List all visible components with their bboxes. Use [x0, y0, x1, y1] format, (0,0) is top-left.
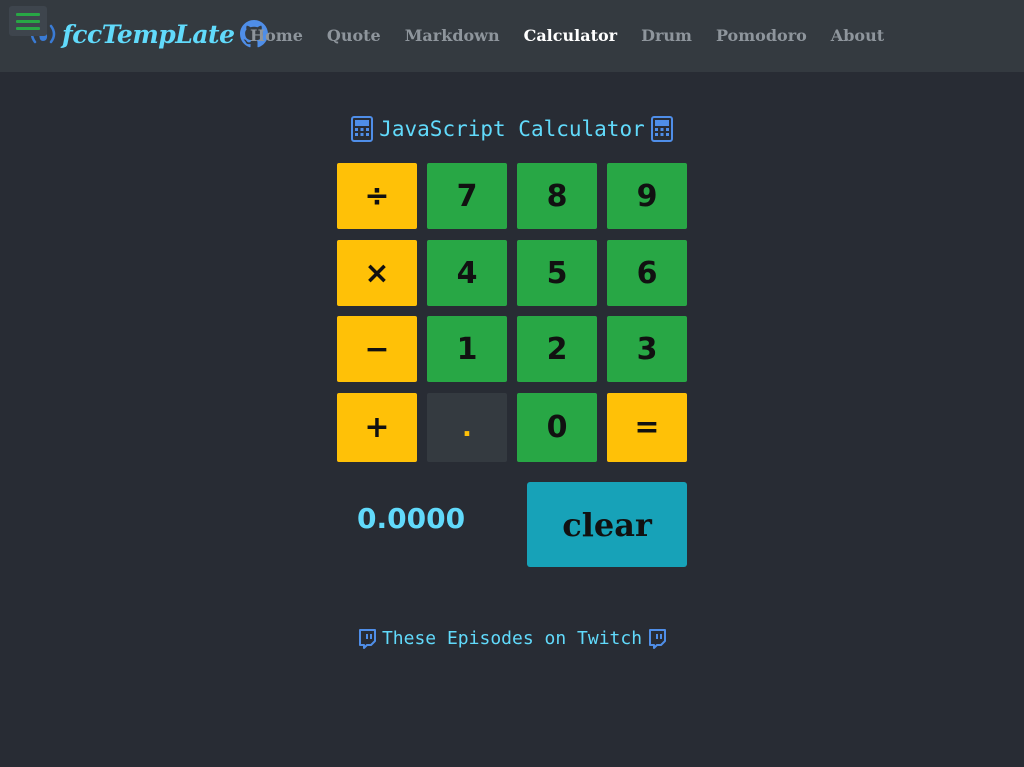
navbar: fccTempLate Home Quote Markdown Calculat…	[0, 0, 1024, 72]
brand-title: fccTempLate	[62, 19, 235, 49]
clear-button[interactable]: clear	[527, 482, 687, 567]
nav-calculator[interactable]: Calculator	[512, 24, 630, 48]
calculator-icon	[351, 116, 374, 142]
twitch-link[interactable]: These Episodes on Twitch	[0, 628, 1024, 649]
nav-quote[interactable]: Quote	[315, 24, 393, 48]
seven-button[interactable]: 7	[427, 163, 507, 229]
nine-button[interactable]: 9	[607, 163, 687, 229]
one-button[interactable]: 1	[427, 316, 507, 382]
add-button[interactable]: +	[337, 393, 417, 462]
brand-link[interactable]: fccTempLate	[26, 14, 268, 54]
zero-button[interactable]: 0	[517, 393, 597, 462]
eight-button[interactable]: 8	[517, 163, 597, 229]
equals-button[interactable]: =	[607, 393, 687, 462]
hamburger-menu-icon[interactable]	[9, 6, 47, 36]
five-button[interactable]: 5	[517, 240, 597, 306]
twitch-icon	[649, 628, 667, 649]
twitch-icon	[358, 628, 376, 649]
page-title: JavaScript Calculator	[379, 117, 645, 141]
nav-markdown[interactable]: Markdown	[393, 24, 512, 48]
three-button[interactable]: 3	[607, 316, 687, 382]
two-button[interactable]: 2	[517, 316, 597, 382]
decimal-button[interactable]: .	[427, 393, 507, 462]
subtract-button[interactable]: −	[337, 316, 417, 382]
nav-links: Home Quote Markdown Calculator Drum Pomo…	[238, 24, 896, 48]
calculator-title: JavaScript Calculator	[0, 116, 1024, 142]
divide-button[interactable]: ÷	[337, 163, 417, 229]
multiply-button[interactable]: ×	[337, 240, 417, 306]
six-button[interactable]: 6	[607, 240, 687, 306]
nav-pomodoro[interactable]: Pomodoro	[704, 24, 819, 48]
nav-home[interactable]: Home	[238, 24, 315, 48]
twitch-link-text: These Episodes on Twitch	[381, 628, 643, 649]
four-button[interactable]: 4	[427, 240, 507, 306]
nav-about[interactable]: About	[819, 24, 896, 48]
calculator-display: 0.0000	[357, 502, 466, 535]
nav-drum[interactable]: Drum	[629, 24, 704, 48]
calculator-icon	[650, 116, 673, 142]
